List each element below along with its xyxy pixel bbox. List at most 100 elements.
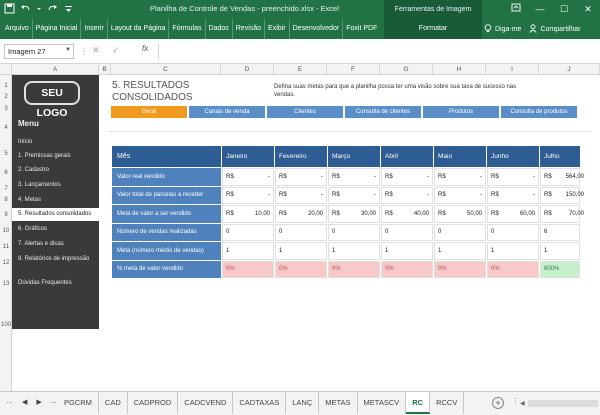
close-button[interactable]: ✕ — [576, 0, 600, 19]
table-cell[interactable]: 1 — [381, 242, 433, 260]
table-cell[interactable]: 600% — [540, 260, 580, 278]
tab-arquivo[interactable]: Arquivo — [2, 19, 33, 39]
table-cell[interactable]: 1 — [222, 242, 274, 260]
more-tabs-left-icon[interactable]: … — [6, 398, 13, 406]
table-cell[interactable]: R$ - — [222, 168, 274, 186]
table-cell[interactable]: 0 — [275, 223, 327, 241]
table-cell[interactable]: 0 — [328, 223, 380, 241]
tab-inserir[interactable]: Inserir — [81, 19, 108, 39]
column-header-j[interactable]: J — [539, 64, 600, 75]
table-cell[interactable]: R$ - — [328, 186, 380, 204]
nav-button-produtos[interactable]: Produtos — [423, 106, 499, 118]
sheet-tab-cadcvend[interactable]: CADCVEND — [178, 392, 234, 414]
sidebar-item-premissas-gerais[interactable]: 1. Premissas gerais — [12, 150, 99, 163]
sidebar-item-relatorios-de-impressao[interactable]: 8. Relatórios de impressão — [12, 253, 99, 266]
scrollbar-track[interactable] — [527, 400, 598, 407]
table-cell[interactable]: R$ 40,00 — [381, 205, 433, 223]
ribbon-options-icon[interactable] — [504, 0, 528, 19]
tab-pagina-inicial[interactable]: Página Inicial — [33, 19, 82, 39]
table-cell[interactable]: 0 — [222, 223, 274, 241]
column-header-a[interactable]: A — [12, 64, 99, 75]
table-cell[interactable]: 0 — [487, 223, 539, 241]
sidebar-item-resultados-consolidados[interactable]: 5. Resultados consolidados — [12, 208, 99, 221]
tab-desenvolvedor[interactable]: Desenvolvedor — [290, 19, 344, 39]
column-header-c[interactable]: C — [111, 64, 221, 75]
table-cell[interactable]: 0% — [275, 260, 327, 278]
row-header[interactable]: 12 — [0, 260, 12, 266]
table-cell[interactable]: R$ - — [434, 186, 486, 204]
table-cell[interactable]: 0 — [434, 223, 486, 241]
splitter-icon[interactable]: ⋮ — [80, 47, 88, 56]
column-header-e[interactable]: E — [274, 64, 327, 75]
table-cell[interactable]: R$ - — [381, 168, 433, 186]
row-header[interactable]: 2 — [0, 94, 12, 100]
nav-button-consulta-de-clientes[interactable]: Consulta de clientes — [345, 106, 421, 118]
save-icon[interactable] — [4, 3, 15, 14]
row-header[interactable]: 11 — [0, 244, 12, 250]
row-header[interactable]: 5 — [0, 151, 12, 157]
table-cell[interactable]: 1 — [487, 242, 539, 260]
tab-splitter-icon[interactable]: ⋮ — [512, 397, 519, 405]
tab-formatar[interactable]: Formatar — [384, 19, 482, 39]
nav-button-canais-de-venda[interactable]: Canais de venda — [189, 106, 265, 118]
row-header[interactable]: 9 — [0, 212, 12, 218]
table-cell[interactable]: 6 — [540, 223, 580, 241]
tell-me-box[interactable]: Diga-me — [484, 23, 521, 35]
column-header-f[interactable]: F — [327, 64, 380, 75]
sheet-tab-cad[interactable]: CAD — [99, 392, 128, 414]
sidebar-item-graficos[interactable]: 6. Gráficos — [12, 223, 99, 236]
redo-icon[interactable] — [47, 3, 58, 14]
table-cell[interactable]: R$ - — [487, 168, 539, 186]
sheet-tab-rccv[interactable]: RCCV — [430, 392, 465, 414]
row-header[interactable]: 100 — [0, 322, 12, 328]
tab-formulas[interactable]: Fórmulas — [169, 19, 206, 39]
sidebar-item-alertas-e-dicas[interactable]: 7. Alertas e dicas — [12, 238, 99, 251]
table-cell[interactable]: R$ - — [487, 186, 539, 204]
column-header-d[interactable]: D — [221, 64, 274, 75]
row-header[interactable]: 10 — [0, 228, 12, 234]
select-all-corner[interactable] — [0, 64, 12, 75]
sidebar-item-cadastro[interactable]: 2. Cadastro — [12, 164, 99, 177]
sheet-tab-metascv[interactable]: METASCV — [358, 392, 407, 414]
sheet-tab-metas[interactable]: METAS — [319, 392, 358, 414]
table-cell[interactable]: R$ 20,00 — [275, 205, 327, 223]
maximize-button[interactable]: ☐ — [552, 0, 576, 19]
sidebar-item-duvidas-frequentes[interactable]: Dúvidas Frequentes — [12, 277, 99, 290]
table-cell[interactable]: R$ 50,00 — [434, 205, 486, 223]
undo-icon[interactable] — [20, 3, 31, 14]
table-cell[interactable]: 1 — [328, 242, 380, 260]
table-cell[interactable]: R$ - — [222, 186, 274, 204]
sheet-tab-lan[interactable]: LANÇ — [286, 392, 320, 414]
scroll-left-icon[interactable]: ◀ — [520, 400, 525, 407]
tab-dados[interactable]: Dados — [206, 19, 233, 39]
next-sheet-icon[interactable]: ▶ — [36, 398, 41, 406]
table-cell[interactable]: R$ 150,00 — [540, 186, 584, 204]
nav-button-clientes[interactable]: Clientes — [267, 106, 343, 118]
column-header-b[interactable]: B — [99, 64, 111, 75]
table-cell[interactable]: R$ 60,00 — [487, 205, 539, 223]
table-cell[interactable]: R$ 564,00 — [540, 168, 584, 186]
table-cell[interactable]: 0% — [222, 260, 274, 278]
column-header-h[interactable]: H — [433, 64, 486, 75]
row-header[interactable]: 13 — [0, 281, 12, 287]
enter-icon[interactable]: ✓ — [112, 45, 120, 56]
sheet-tab-pgcrm[interactable]: PGCRM — [58, 392, 99, 414]
tab-foxit-pdf[interactable]: Foxit PDF — [343, 19, 380, 39]
row-header[interactable]: 4 — [0, 125, 12, 131]
sheet-tab-rc[interactable]: RC — [406, 392, 431, 414]
table-cell[interactable]: R$ 30,00 — [328, 205, 380, 223]
table-cell[interactable]: R$ 10,00 — [222, 205, 274, 223]
cancel-icon[interactable]: ✕ — [92, 45, 100, 56]
table-cell[interactable]: 0% — [381, 260, 433, 278]
nav-button-consulta-de-produtos[interactable]: Consulta de produtos — [501, 106, 577, 118]
column-header-i[interactable]: I — [486, 64, 539, 75]
customize-toolbar-icon[interactable] — [63, 3, 74, 14]
tab-exibir[interactable]: Exibir — [265, 19, 290, 39]
row-header[interactable]: 3 — [0, 106, 12, 112]
table-cell[interactable]: 0% — [434, 260, 486, 278]
tab-revisao[interactable]: Revisão — [233, 19, 266, 39]
sheet-tab-cadprod[interactable]: CADPROD — [128, 392, 179, 414]
sidebar-item-metas[interactable]: 4. Metas — [12, 194, 99, 207]
column-header-g[interactable]: G — [380, 64, 433, 75]
minimize-button[interactable]: — — [528, 0, 552, 19]
